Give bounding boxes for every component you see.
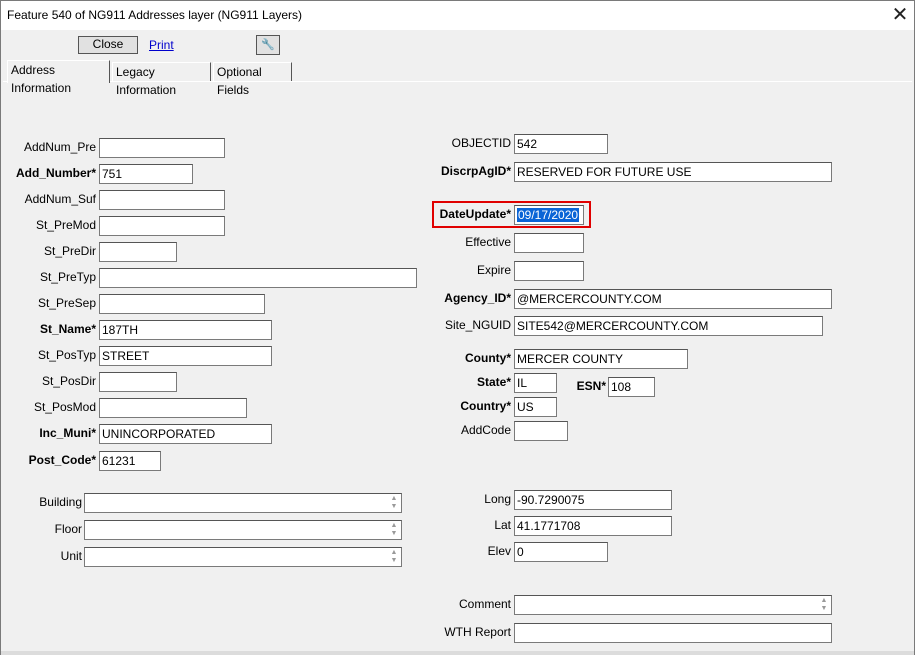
scroll-arrows-icon[interactable]: ▲ ▼ — [819, 597, 829, 613]
country-field[interactable]: US — [514, 397, 557, 417]
esn-field[interactable]: 108 — [608, 377, 655, 397]
title-bar: Feature 540 of NG911 Addresses layer (NG… — [1, 1, 914, 30]
st-predir-label: St_PreDir — [43, 244, 96, 258]
expire-field[interactable] — [514, 261, 584, 281]
close-button[interactable]: Close — [78, 36, 138, 54]
elev-label: Elev — [487, 544, 511, 558]
feature-window: Feature 540 of NG911 Addresses layer (NG… — [0, 0, 915, 655]
close-icon[interactable]: ✕ — [886, 2, 914, 29]
print-link[interactable]: Print — [149, 38, 174, 52]
building-field[interactable]: ▲ ▼ — [84, 493, 402, 513]
wth-report-field[interactable] — [514, 623, 832, 643]
wrench-icon: 🔧 — [261, 39, 275, 51]
st-premod-field[interactable] — [99, 216, 225, 236]
comment-label: Comment — [458, 597, 511, 611]
st-pretyp-field[interactable] — [99, 268, 417, 288]
addcode-field[interactable] — [514, 421, 568, 441]
st-posdir-label: St_PosDir — [41, 374, 96, 388]
st-name-label: St_Name* — [39, 322, 96, 336]
county-label: County* — [465, 351, 511, 365]
add-number-label: Add_Number* — [15, 166, 96, 180]
inc-muni-label: Inc_Muni* — [39, 426, 96, 440]
st-presep-label: St_PreSep — [37, 296, 96, 310]
elev-field[interactable]: 0 — [514, 542, 608, 562]
effective-label: Effective — [465, 235, 511, 249]
discrpagid-label: DiscrpAgID* — [440, 164, 511, 178]
scroll-arrows-icon[interactable]: ▲ ▼ — [389, 549, 399, 565]
dateupdate-selected-text: 09/17/2020 — [517, 208, 580, 222]
addcode-label: AddCode — [460, 423, 511, 437]
addnum-suf-field[interactable] — [99, 190, 225, 210]
country-label: Country* — [460, 399, 511, 413]
post-code-label: Post_Code* — [28, 453, 96, 467]
st-predir-field[interactable] — [99, 242, 177, 262]
scroll-arrows-icon[interactable]: ▲ ▼ — [389, 495, 399, 511]
site-nguid-field[interactable]: SITE542@MERCERCOUNTY.COM — [514, 316, 823, 336]
lat-label: Lat — [494, 518, 511, 532]
st-presep-field[interactable] — [99, 294, 265, 314]
status-bar — [1, 651, 914, 655]
st-postyp-label: St_PosTyp — [37, 348, 96, 362]
effective-field[interactable] — [514, 233, 584, 253]
tab-optional-fields[interactable]: Optional Fields — [213, 62, 292, 97]
building-label: Building — [39, 495, 82, 509]
site-nguid-label: Site_NGUID — [444, 318, 511, 332]
inc-muni-field[interactable]: UNINCORPORATED — [99, 424, 272, 444]
state-label: State* — [476, 375, 511, 389]
add-number-field[interactable]: 751 — [99, 164, 193, 184]
wth-report-label: WTH Report — [444, 625, 511, 639]
dateupdate-field[interactable]: 09/17/2020 — [514, 205, 584, 225]
addnum-pre-field[interactable] — [99, 138, 225, 158]
long-field[interactable]: -90.7290075 — [514, 490, 672, 510]
scroll-arrows-icon[interactable]: ▲ ▼ — [389, 522, 399, 538]
st-postyp-field[interactable]: STREET — [99, 346, 272, 366]
floor-label: Floor — [54, 522, 82, 536]
tab-panel-border — [3, 81, 912, 82]
tab-address-information[interactable]: Address Information — [7, 60, 110, 95]
settings-button[interactable]: 🔧 — [256, 35, 280, 55]
st-posmod-field[interactable] — [99, 398, 247, 418]
expire-label: Expire — [476, 263, 511, 277]
st-pretyp-label: St_PreTyp — [39, 270, 96, 284]
addnum-pre-label: AddNum_Pre — [23, 140, 96, 154]
unit-field[interactable]: ▲ ▼ — [84, 547, 402, 567]
objectid-label: OBJECTID — [451, 136, 511, 150]
esn-label: ESN* — [576, 379, 606, 393]
floor-field[interactable]: ▲ ▼ — [84, 520, 402, 540]
st-posmod-label: St_PosMod — [33, 400, 96, 414]
st-posdir-field[interactable] — [99, 372, 177, 392]
unit-label: Unit — [60, 549, 82, 563]
county-field[interactable]: MERCER COUNTY — [514, 349, 688, 369]
state-field[interactable]: IL — [514, 373, 557, 393]
long-label: Long — [484, 492, 511, 506]
post-code-field[interactable]: 61231 — [99, 451, 161, 471]
addnum-suf-label: AddNum_Suf — [24, 192, 96, 206]
st-name-field[interactable]: 187TH — [99, 320, 272, 340]
objectid-field[interactable]: 542 — [514, 134, 608, 154]
discrpagid-field[interactable]: RESERVED FOR FUTURE USE — [514, 162, 832, 182]
st-premod-label: St_PreMod — [35, 218, 96, 232]
agency-id-label: Agency_ID* — [444, 291, 511, 305]
lat-field[interactable]: 41.1771708 — [514, 516, 672, 536]
window-title: Feature 540 of NG911 Addresses layer (NG… — [7, 8, 303, 22]
dateupdate-label: DateUpdate* — [439, 207, 511, 221]
tab-legacy-information[interactable]: Legacy Information — [112, 62, 211, 97]
agency-id-field[interactable]: @MERCERCOUNTY.COM — [514, 289, 832, 309]
comment-field[interactable]: ▲ ▼ — [514, 595, 832, 615]
